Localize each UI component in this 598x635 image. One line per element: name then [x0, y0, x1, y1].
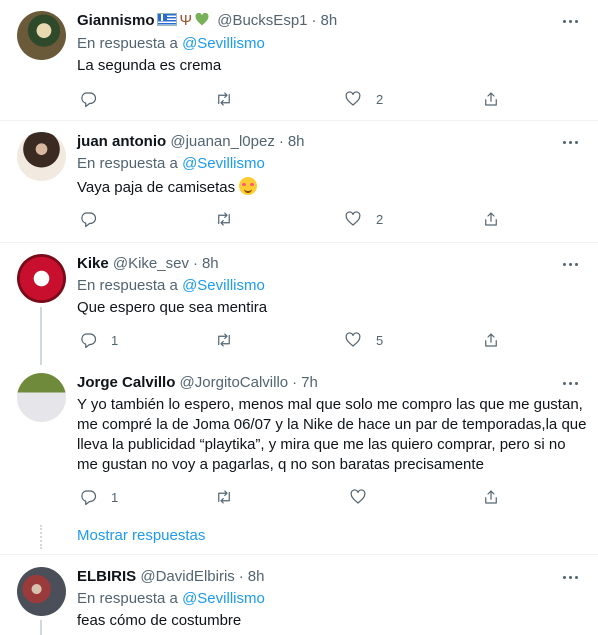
reply-context: En respuesta a @Sevillismo: [77, 155, 265, 172]
handle[interactable]: @JorgitoCalvillo: [180, 374, 289, 391]
tweet-header: ELBIRIS @DavidElbiris · 8h: [77, 568, 265, 585]
tweet-3[interactable]: Kike @Kike_sev · 8h En respuesta a @Sevill…: [0, 243, 598, 365]
reply-context: En respuesta a @Sevillismo: [77, 35, 265, 52]
retweet-icon: [218, 333, 230, 347]
timestamp[interactable]: 8h: [248, 568, 265, 585]
share-icon: [485, 333, 497, 347]
tweet-5[interactable]: ELBIRIS @DavidElbiris · 8h En respuesta a …: [0, 556, 598, 635]
like-icon: [350, 489, 366, 504]
tweet-header: Giannismo Ψ @BucksEsp1 · 8h: [77, 12, 338, 29]
share-button[interactable]: [482, 487, 500, 507]
timestamp[interactable]: 8h: [321, 12, 338, 29]
share-icon: [485, 92, 497, 106]
reply-button[interactable]: 1: [79, 487, 118, 507]
smiling-face-emoji-icon: [239, 177, 258, 195]
like-icon: [345, 211, 361, 226]
handle[interactable]: @BucksEsp1: [217, 12, 307, 29]
share-icon: [485, 490, 497, 504]
tweet-1[interactable]: Giannismo Ψ @BucksEsp1 · 8h En respuesta a …: [0, 0, 598, 121]
share-icon: [485, 212, 497, 226]
greece-flag-icon: [156, 13, 177, 26]
more-icon[interactable]: [560, 11, 580, 31]
reply-button[interactable]: [79, 209, 111, 229]
display-name[interactable]: juan antonio: [77, 133, 166, 150]
tweet-actions: 1: [77, 487, 507, 507]
more-icon[interactable]: [560, 132, 580, 152]
reply-icon: [81, 92, 97, 108]
tweet-4[interactable]: Jorge Calvillo @JorgitoCalvillo · 7h Y yo …: [0, 365, 598, 521]
handle[interactable]: @Kike_sev: [113, 255, 189, 272]
tweet-actions: 2: [77, 89, 507, 109]
share-button[interactable]: [482, 89, 500, 109]
timestamp[interactable]: 8h: [202, 255, 219, 272]
thread-line: [40, 620, 42, 635]
retweet-button[interactable]: [215, 487, 233, 507]
more-icon[interactable]: [560, 567, 580, 587]
tweet-header: juan antonio @juanan_l0pez · 8h: [77, 133, 305, 150]
display-name[interactable]: Jorge Calvillo: [77, 374, 175, 391]
tweet-text: Vaya paja de camisetas: [77, 177, 587, 198]
like-button[interactable]: 2: [344, 89, 383, 109]
reply-count: 1: [111, 489, 119, 505]
like-button[interactable]: [349, 487, 381, 507]
tweet-header: Kike @Kike_sev · 8h: [77, 255, 219, 272]
reply-to-link[interactable]: @Sevillismo: [182, 277, 265, 294]
reply-button[interactable]: [79, 89, 111, 109]
like-icon: [345, 332, 361, 347]
more-icon[interactable]: [560, 254, 580, 274]
reply-icon: [81, 333, 97, 349]
retweet-button[interactable]: [215, 89, 233, 109]
display-name[interactable]: Kike: [77, 255, 109, 272]
tweet-actions: 1 5: [77, 330, 507, 350]
avatar[interactable]: [17, 254, 66, 303]
reply-icon: [81, 490, 97, 506]
tweet-header: Jorge Calvillo @JorgitoCalvillo · 7h: [77, 374, 318, 391]
retweet-icon: [218, 490, 230, 504]
like-count: 2: [376, 211, 384, 227]
retweet-icon: [218, 212, 230, 226]
like-button[interactable]: 2: [344, 209, 383, 229]
avatar[interactable]: [17, 567, 66, 616]
thread-line: [40, 307, 42, 365]
avatar[interactable]: [17, 11, 66, 60]
reply-to-link[interactable]: @Sevillismo: [182, 155, 265, 172]
like-count: 2: [376, 91, 384, 107]
reply-to-link[interactable]: @Sevillismo: [182, 590, 265, 607]
tweet-actions: 2: [77, 209, 507, 229]
avatar[interactable]: [17, 132, 66, 181]
avatar[interactable]: [17, 373, 66, 422]
retweet-button[interactable]: [215, 330, 233, 350]
more-icon[interactable]: [560, 373, 580, 393]
deer-icon: Ψ: [179, 12, 193, 29]
thread-dots: [40, 525, 42, 549]
retweet-button[interactable]: [215, 209, 233, 229]
reply-count: 1: [111, 332, 119, 348]
tweet-2[interactable]: juan antonio @juanan_l0pez · 8h En respues…: [0, 121, 598, 243]
reply-context: En respuesta a @Sevillismo: [77, 277, 265, 294]
reply-button[interactable]: 1: [79, 330, 118, 350]
timestamp[interactable]: 7h: [301, 374, 318, 391]
handle[interactable]: @juanan_l0pez: [170, 133, 274, 150]
reply-to-link[interactable]: @Sevillismo: [182, 35, 265, 52]
green-heart-icon: [195, 13, 209, 26]
tweet-text: La segunda es crema: [77, 57, 222, 74]
share-button[interactable]: [482, 209, 500, 229]
timestamp[interactable]: 8h: [288, 133, 305, 150]
reply-context: En respuesta a @Sevillismo: [77, 590, 265, 607]
retweet-icon: [218, 92, 230, 106]
share-button[interactable]: [482, 330, 500, 350]
handle[interactable]: @DavidElbiris: [140, 568, 234, 585]
display-name[interactable]: ELBIRIS: [77, 568, 136, 585]
reply-icon: [81, 212, 97, 228]
tweet-text: feas cómo de costumbre: [77, 612, 242, 629]
tweet-text: Que espero que sea mentira: [77, 299, 268, 316]
like-count: 5: [376, 332, 384, 348]
show-replies-row[interactable]: Mostrar respuestas: [0, 521, 598, 555]
like-button[interactable]: 5: [344, 330, 383, 350]
show-replies-link[interactable]: Mostrar respuestas: [77, 526, 205, 546]
display-name[interactable]: Giannismo: [77, 12, 155, 29]
tweet-text: Y yo también lo espero, menos mal que so…: [77, 396, 587, 473]
like-icon: [345, 91, 361, 106]
